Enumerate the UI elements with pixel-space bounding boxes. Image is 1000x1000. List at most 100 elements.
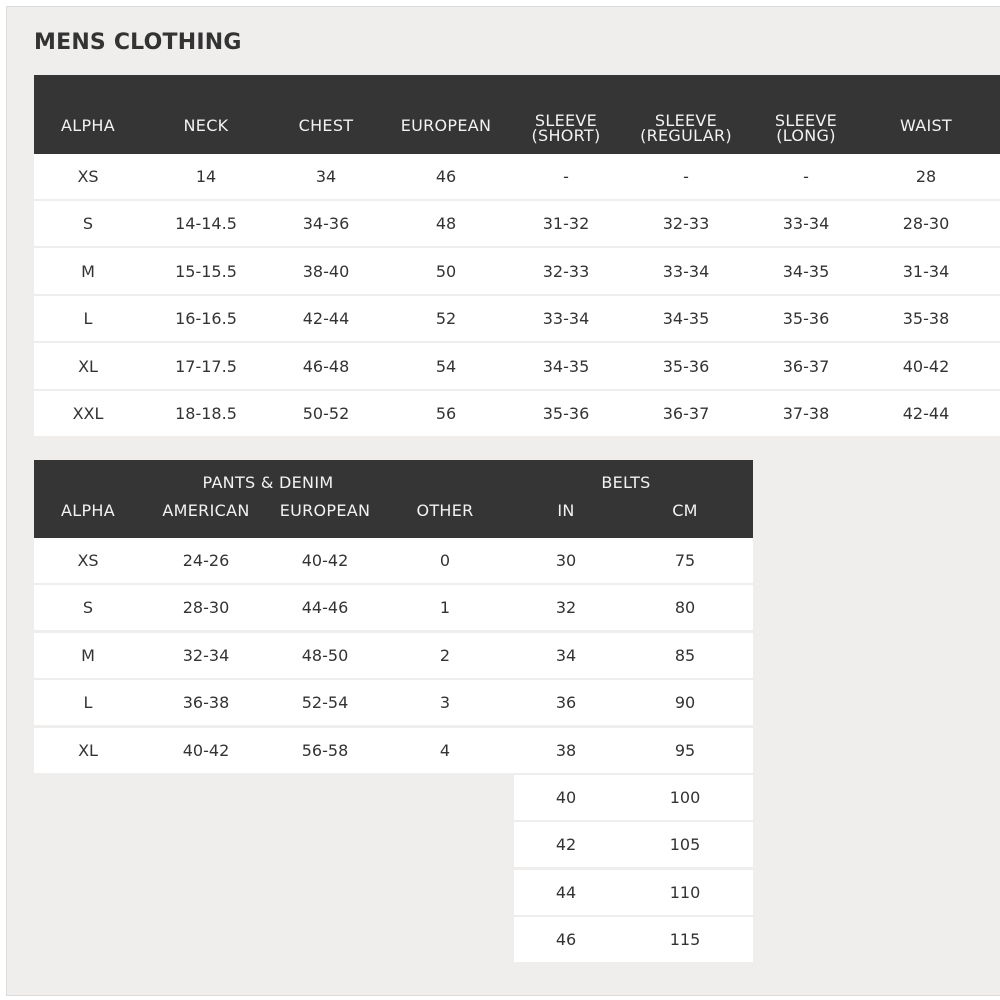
- table-cell: 17-17.5: [175, 356, 237, 376]
- table-cell: 14: [195, 167, 217, 186]
- bottoms-size-table: PANTS & DENIM BELTS ALPHA AMERICAN EUROPEA…: [34, 460, 753, 965]
- table-cell: -: [563, 167, 569, 186]
- tops-col-header: NECK: [183, 116, 229, 135]
- table-cell: 32-34: [182, 645, 230, 665]
- table-cell: S: [82, 214, 94, 234]
- table-cell: 115: [669, 930, 701, 950]
- tops-col-header-sublabel: (LONG): [776, 126, 836, 145]
- page-title: MENS CLOTHING: [34, 30, 242, 55]
- tops-col-header: SLEEVE (LONG): [746, 113, 866, 145]
- table-cell: 38-40: [302, 261, 350, 281]
- table-row: S 28-30 44-46 1 32 80: [34, 585, 753, 633]
- bottoms-col-header: EUROPEAN: [279, 501, 371, 520]
- table-cell: 110: [669, 882, 701, 902]
- table-cell: 16-16.5: [175, 309, 237, 329]
- group-header-belts: BELTS: [601, 473, 651, 492]
- tops-col-header: SLEEVE (REGULAR): [626, 113, 746, 145]
- tops-col-header: EUROPEAN: [400, 116, 492, 135]
- table-cell: 42: [555, 835, 577, 855]
- table-cell: 33-34: [542, 309, 590, 329]
- table-cell: 42-44: [902, 404, 950, 423]
- table-row: L 36-38 52-54 3 36 90: [34, 680, 753, 728]
- belt-row: 40 100: [514, 775, 753, 822]
- table-cell: 32-33: [542, 261, 590, 281]
- table-cell: 33-34: [662, 261, 710, 281]
- table-cell: 2: [439, 645, 451, 665]
- tops-col-header: CHEST: [298, 116, 354, 135]
- table-cell: 48-50: [301, 645, 349, 665]
- table-cell: 95: [674, 740, 696, 760]
- table-row: XXL 18-18.5 50-52 56 35-36 36-37 37-38 42-44: [34, 391, 1000, 438]
- table-cell: 37-38: [782, 404, 830, 423]
- table-row: XS 14 34 46 - - - 28: [34, 154, 1000, 201]
- table-cell: 4: [439, 740, 451, 760]
- table-cell: 56: [435, 404, 457, 423]
- table-cell: 36: [555, 693, 577, 713]
- table-cell: L: [83, 309, 93, 329]
- table-row: XL 40-42 56-58 4 38 95: [34, 727, 753, 775]
- table-cell: 35-38: [902, 309, 950, 329]
- table-row: XL 17-17.5 46-48 54 34-35 35-36 36-37 40-42: [34, 343, 1000, 391]
- belt-row: 42 105: [514, 822, 753, 870]
- tops-col-header-sublabel: (SHORT): [531, 126, 601, 145]
- belt-row: 44 110: [514, 869, 753, 917]
- table-cell: 34: [555, 645, 577, 665]
- table-cell: 31-32: [542, 214, 590, 234]
- table-cell: 50-52: [302, 404, 350, 423]
- table-cell: 35-36: [542, 404, 590, 423]
- bottoms-col-header: OTHER: [416, 501, 474, 520]
- table-cell: 34-35: [782, 261, 830, 281]
- table-row: M 15-15.5 38-40 50 32-33 33-34 34-35 31-34: [34, 248, 1000, 296]
- table-cell: 75: [674, 551, 696, 570]
- table-cell: 34: [315, 167, 337, 186]
- table-cell: 36-38: [182, 693, 230, 713]
- table-cell: 46: [435, 167, 457, 186]
- table-cell: XS: [77, 167, 99, 186]
- table-row: S 14-14.5 34-36 48 31-32 32-33 33-34 28-30: [34, 201, 1000, 249]
- table-cell: -: [803, 167, 809, 186]
- table-row: M 32-34 48-50 2 34 85: [34, 632, 753, 680]
- table-cell: L: [83, 693, 93, 713]
- bottoms-table-header: PANTS & DENIM BELTS ALPHA AMERICAN EUROPEA…: [34, 460, 753, 538]
- tops-col-header: WAIST: [899, 116, 953, 135]
- table-cell: 40-42: [902, 356, 950, 376]
- table-cell: 14-14.5: [175, 214, 237, 234]
- table-cell: 31-34: [902, 261, 950, 281]
- bottoms-col-header: ALPHA: [61, 501, 115, 520]
- table-cell: 40-42: [182, 740, 230, 760]
- table-cell: 35-36: [782, 309, 830, 329]
- table-cell: 50: [435, 261, 457, 281]
- table-cell: 36-37: [782, 356, 830, 376]
- table-cell: XS: [77, 551, 99, 570]
- table-cell: 34-35: [662, 309, 710, 329]
- group-header-pants-denim: PANTS & DENIM: [202, 473, 334, 492]
- table-cell: 52-54: [301, 693, 349, 713]
- table-cell: 44: [555, 882, 577, 902]
- table-cell: 80: [674, 598, 696, 618]
- table-cell: 100: [669, 788, 701, 807]
- table-cell: M: [81, 261, 95, 281]
- table-cell: 18-18.5: [175, 404, 237, 423]
- table-cell: 24-26: [182, 551, 230, 570]
- table-cell: 38: [555, 740, 577, 760]
- table-cell: S: [82, 598, 94, 618]
- tops-col-header: ALPHA: [61, 116, 115, 135]
- bottoms-col-header: AMERICAN: [162, 501, 250, 520]
- table-cell: 28-30: [902, 214, 950, 234]
- table-cell: 90: [674, 693, 696, 713]
- table-cell: 105: [669, 835, 701, 855]
- table-cell: 42-44: [302, 309, 350, 329]
- table-cell: XXL: [72, 404, 104, 423]
- table-cell: 48: [435, 214, 457, 234]
- table-cell: -: [683, 167, 689, 186]
- table-cell: 15-15.5: [175, 261, 237, 281]
- table-row: XS 24-26 40-42 0 30 75: [34, 538, 753, 585]
- table-cell: 34-36: [302, 214, 350, 234]
- table-cell: 0: [439, 551, 451, 570]
- table-cell: M: [81, 645, 95, 665]
- tops-col-header-sublabel: (REGULAR): [640, 126, 732, 145]
- table-cell: 40: [555, 788, 577, 807]
- table-cell: 35-36: [662, 356, 710, 376]
- table-cell: 32-33: [662, 214, 710, 234]
- table-cell: 28: [915, 167, 937, 186]
